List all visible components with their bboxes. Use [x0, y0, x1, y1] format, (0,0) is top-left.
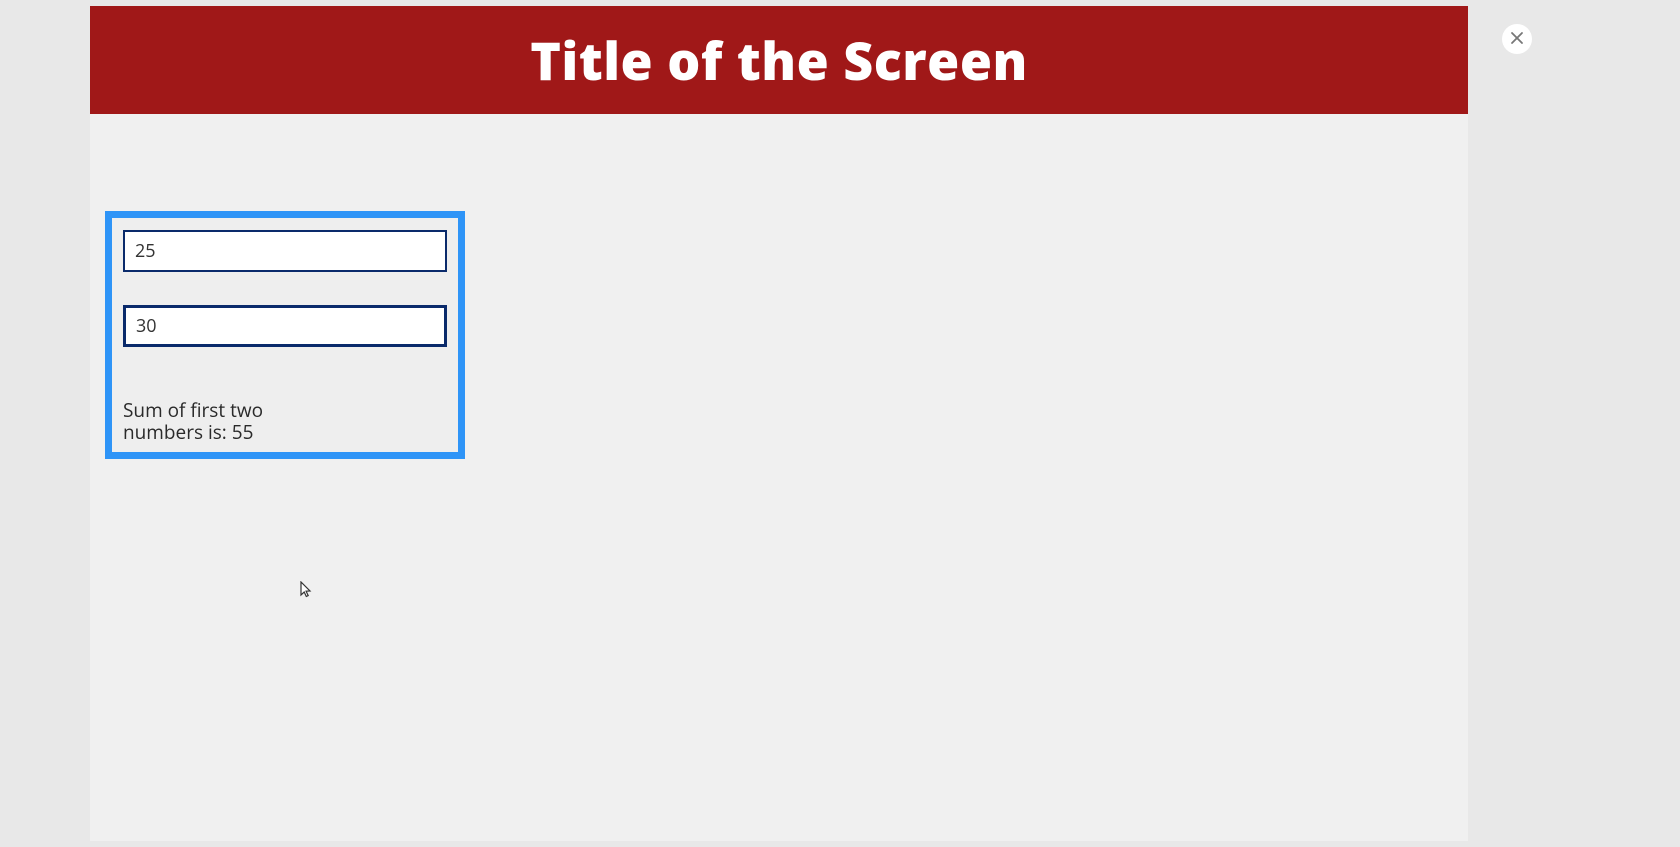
page-title: Title of the Screen [530, 25, 1028, 96]
number-input-1[interactable] [123, 230, 447, 272]
sum-form-card: Sum of first two numbers is: 55 [105, 211, 465, 459]
content-area: Sum of first two numbers is: 55 [90, 114, 1468, 841]
mouse-cursor-icon [299, 581, 313, 599]
number-input-2[interactable] [123, 305, 447, 347]
page-container: Title of the Screen Sum of first two num… [90, 6, 1468, 841]
close-button[interactable] [1502, 24, 1532, 54]
page-header: Title of the Screen [90, 6, 1468, 114]
sum-result-text: Sum of first two numbers is: 55 [123, 400, 303, 444]
close-icon [1510, 31, 1524, 48]
